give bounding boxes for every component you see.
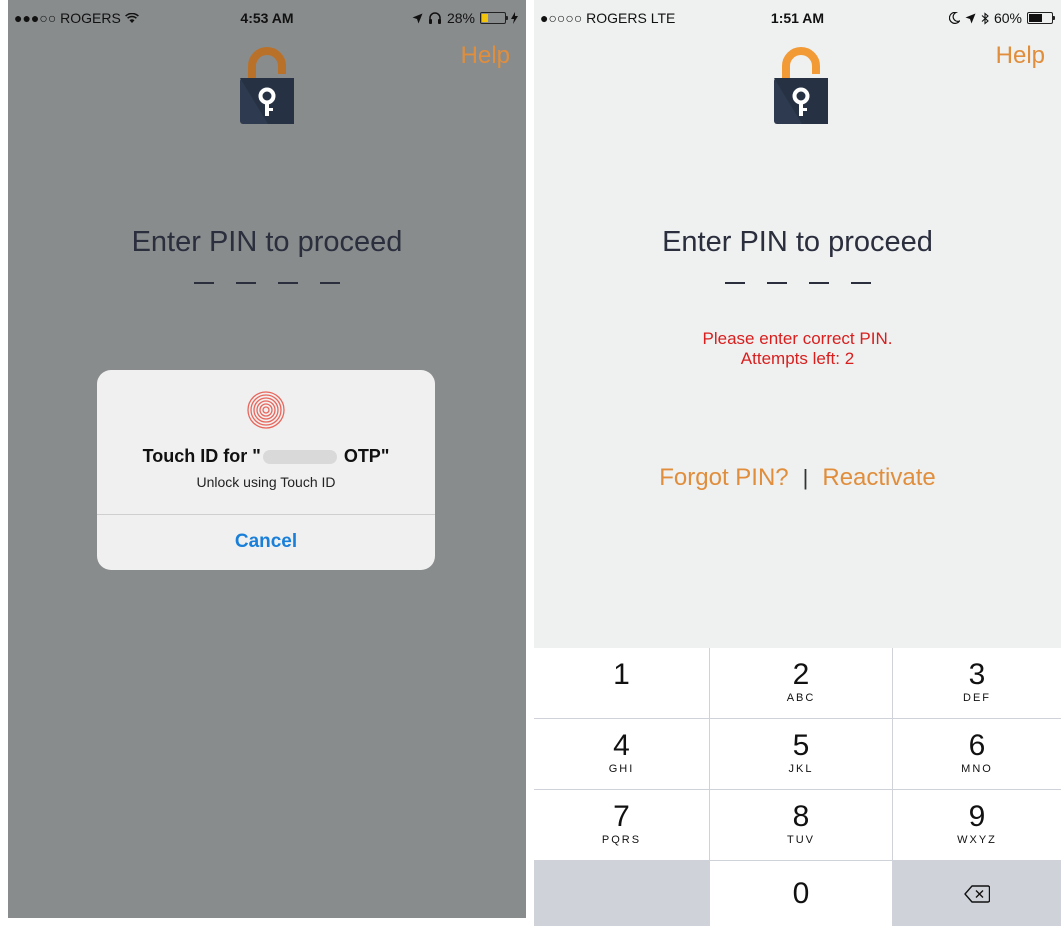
key-letters: TUV <box>787 834 815 846</box>
key-letters: WXYZ <box>957 834 997 846</box>
battery-fill <box>482 14 488 22</box>
bluetooth-icon <box>981 11 989 25</box>
key-8[interactable]: 8 TUV <box>710 790 892 860</box>
pin-digit-slot <box>194 282 214 284</box>
key-letters: ABC <box>786 692 816 704</box>
status-bar: ●●●○○ ROGERS 4:53 AM 28% <box>8 0 526 36</box>
key-letters: GHI <box>608 763 635 775</box>
key-5[interactable]: 5 JKL <box>710 719 892 789</box>
key-digit: 4 <box>613 729 630 762</box>
help-link[interactable]: Help <box>996 42 1045 70</box>
key-digit: 1 <box>613 658 630 691</box>
key-digit: 5 <box>792 729 810 762</box>
page-title: Enter PIN to proceed <box>131 226 403 258</box>
charging-bolt-icon <box>511 12 518 24</box>
right-screen: ●○○○○ ROGERS LTE 1:51 AM 60% Help Enter … <box>534 0 1061 926</box>
key-3[interactable]: 3 DEF <box>893 648 1061 718</box>
touch-id-dialog: Touch ID for " OTP" Unlock using Touch I… <box>97 370 435 570</box>
key-letters: PQRS <box>601 834 642 846</box>
page-title: Enter PIN to proceed <box>662 226 933 258</box>
pin-entry-dashes[interactable] <box>534 282 1061 284</box>
status-right: 28% <box>412 10 518 26</box>
numeric-keypad: 1 2 ABC 3 DEF 4 GHI 5 JKL 6 MNO 7 PQRS 8 <box>534 648 1061 926</box>
status-bar: ●○○○○ ROGERS LTE 1:51 AM 60% <box>534 0 1061 36</box>
padlock-key-icon <box>774 47 828 124</box>
left-screen: ●●●○○ ROGERS 4:53 AM 28% Help Enter PIN … <box>8 0 526 918</box>
key-9[interactable]: 9 WXYZ <box>893 790 1061 860</box>
key-digit: 7 <box>613 800 630 833</box>
key-digit: 3 <box>968 658 986 691</box>
battery-fill <box>1029 14 1042 22</box>
pin-entry-dashes[interactable] <box>8 282 526 284</box>
pin-digit-slot <box>278 282 298 284</box>
headphones-icon <box>428 12 441 24</box>
key-digit: 6 <box>968 729 986 762</box>
reactivate-link[interactable]: Reactivate <box>822 464 935 492</box>
pin-digit-slot <box>766 282 787 284</box>
pin-actions: Forgot PIN? | Reactivate <box>534 464 1061 492</box>
battery-percent: 60% <box>993 10 1022 26</box>
key-letters: DEF <box>963 692 991 704</box>
key-letters: MNO <box>961 763 993 775</box>
backspace-icon <box>964 884 990 903</box>
key-digit: 8 <box>792 800 810 833</box>
location-arrow-icon <box>412 13 423 23</box>
pin-digit-slot <box>320 282 340 284</box>
key-1[interactable]: 1 <box>534 648 709 718</box>
battery-icon <box>1027 12 1055 24</box>
key-6[interactable]: 6 MNO <box>893 719 1061 789</box>
key-digit: 0 <box>792 877 810 910</box>
battery-icon <box>480 12 508 24</box>
error-message: Please enter correct PIN. Attempts left:… <box>534 329 1061 369</box>
key-7[interactable]: 7 PQRS <box>534 790 709 860</box>
key-letters: JKL <box>788 763 814 775</box>
pin-digit-slot <box>850 282 871 284</box>
help-link[interactable]: Help <box>461 42 510 70</box>
key-0[interactable]: 0 <box>710 861 892 926</box>
pin-digit-slot <box>724 282 745 284</box>
backspace-key[interactable] <box>893 861 1061 926</box>
key-digit: 2 <box>792 658 810 691</box>
cancel-button[interactable]: Cancel <box>97 514 435 570</box>
error-line-2: Attempts left: 2 <box>740 349 855 368</box>
keypad-blank-key <box>534 861 709 926</box>
key-2[interactable]: 2 ABC <box>710 648 892 718</box>
dialog-title: Touch ID for " OTP" <box>97 446 435 467</box>
error-line-1: Please enter correct PIN. <box>702 329 893 348</box>
location-arrow-icon <box>965 13 976 23</box>
status-right: 60% <box>948 10 1055 26</box>
key-digit: 9 <box>968 800 986 833</box>
link-divider: | <box>802 465 809 490</box>
dialog-subtitle: Unlock using Touch ID <box>196 474 336 490</box>
pin-digit-slot <box>236 282 256 284</box>
blurred-app-name <box>262 450 337 465</box>
forgot-pin-link[interactable]: Forgot PIN? <box>659 464 788 492</box>
key-4[interactable]: 4 GHI <box>534 719 709 789</box>
fingerprint-icon <box>247 391 285 429</box>
battery-percent: 28% <box>446 10 475 26</box>
pin-digit-slot <box>808 282 829 284</box>
padlock-key-icon <box>240 47 294 124</box>
dialog-title-suffix: OTP" <box>338 446 390 466</box>
moon-icon <box>948 12 960 24</box>
dialog-title-prefix: Touch ID for " <box>142 446 261 466</box>
